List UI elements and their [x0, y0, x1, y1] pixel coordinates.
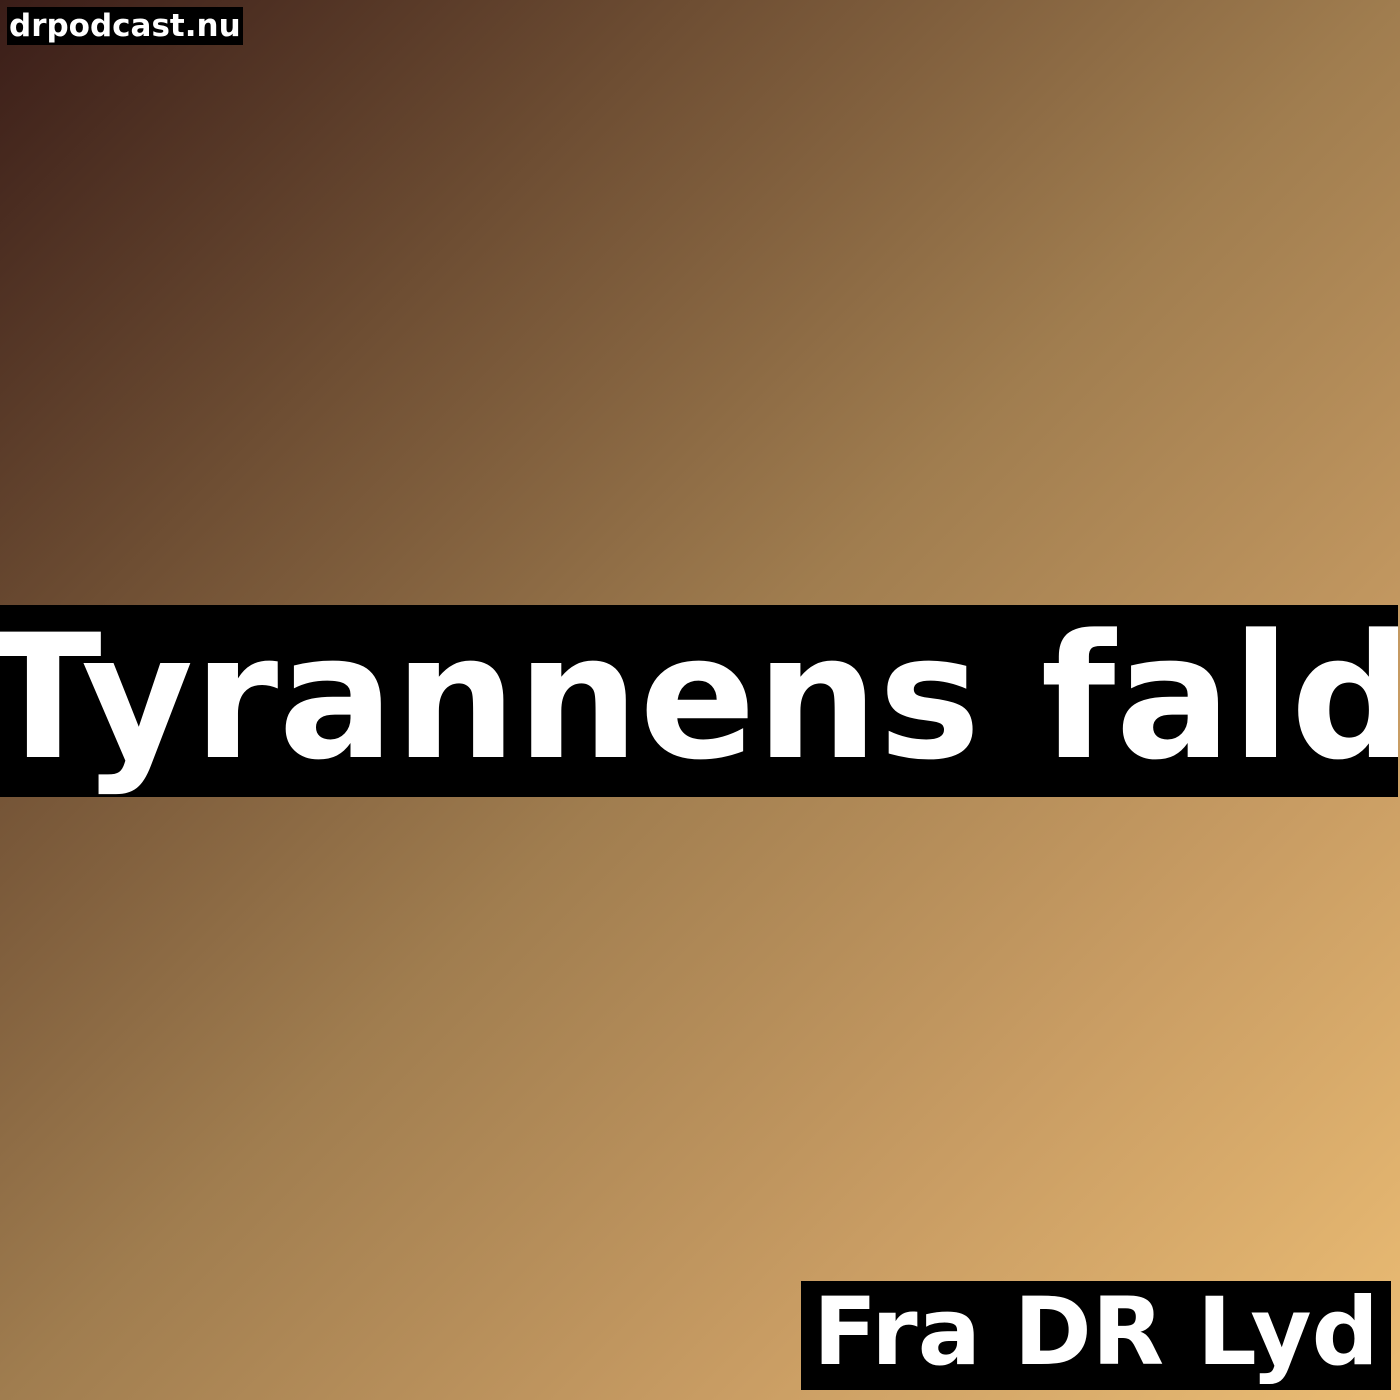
- title-band: Tyrannens fald: [0, 605, 1398, 797]
- podcast-title: Tyrannens fald: [0, 605, 1398, 797]
- podcast-cover-art: drpodcast.nu Tyrannens fald Fra DR Lyd: [0, 0, 1400, 1400]
- site-label: drpodcast.nu: [7, 7, 243, 45]
- source-label: Fra DR Lyd: [813, 1281, 1379, 1387]
- source-badge: Fra DR Lyd: [801, 1281, 1391, 1390]
